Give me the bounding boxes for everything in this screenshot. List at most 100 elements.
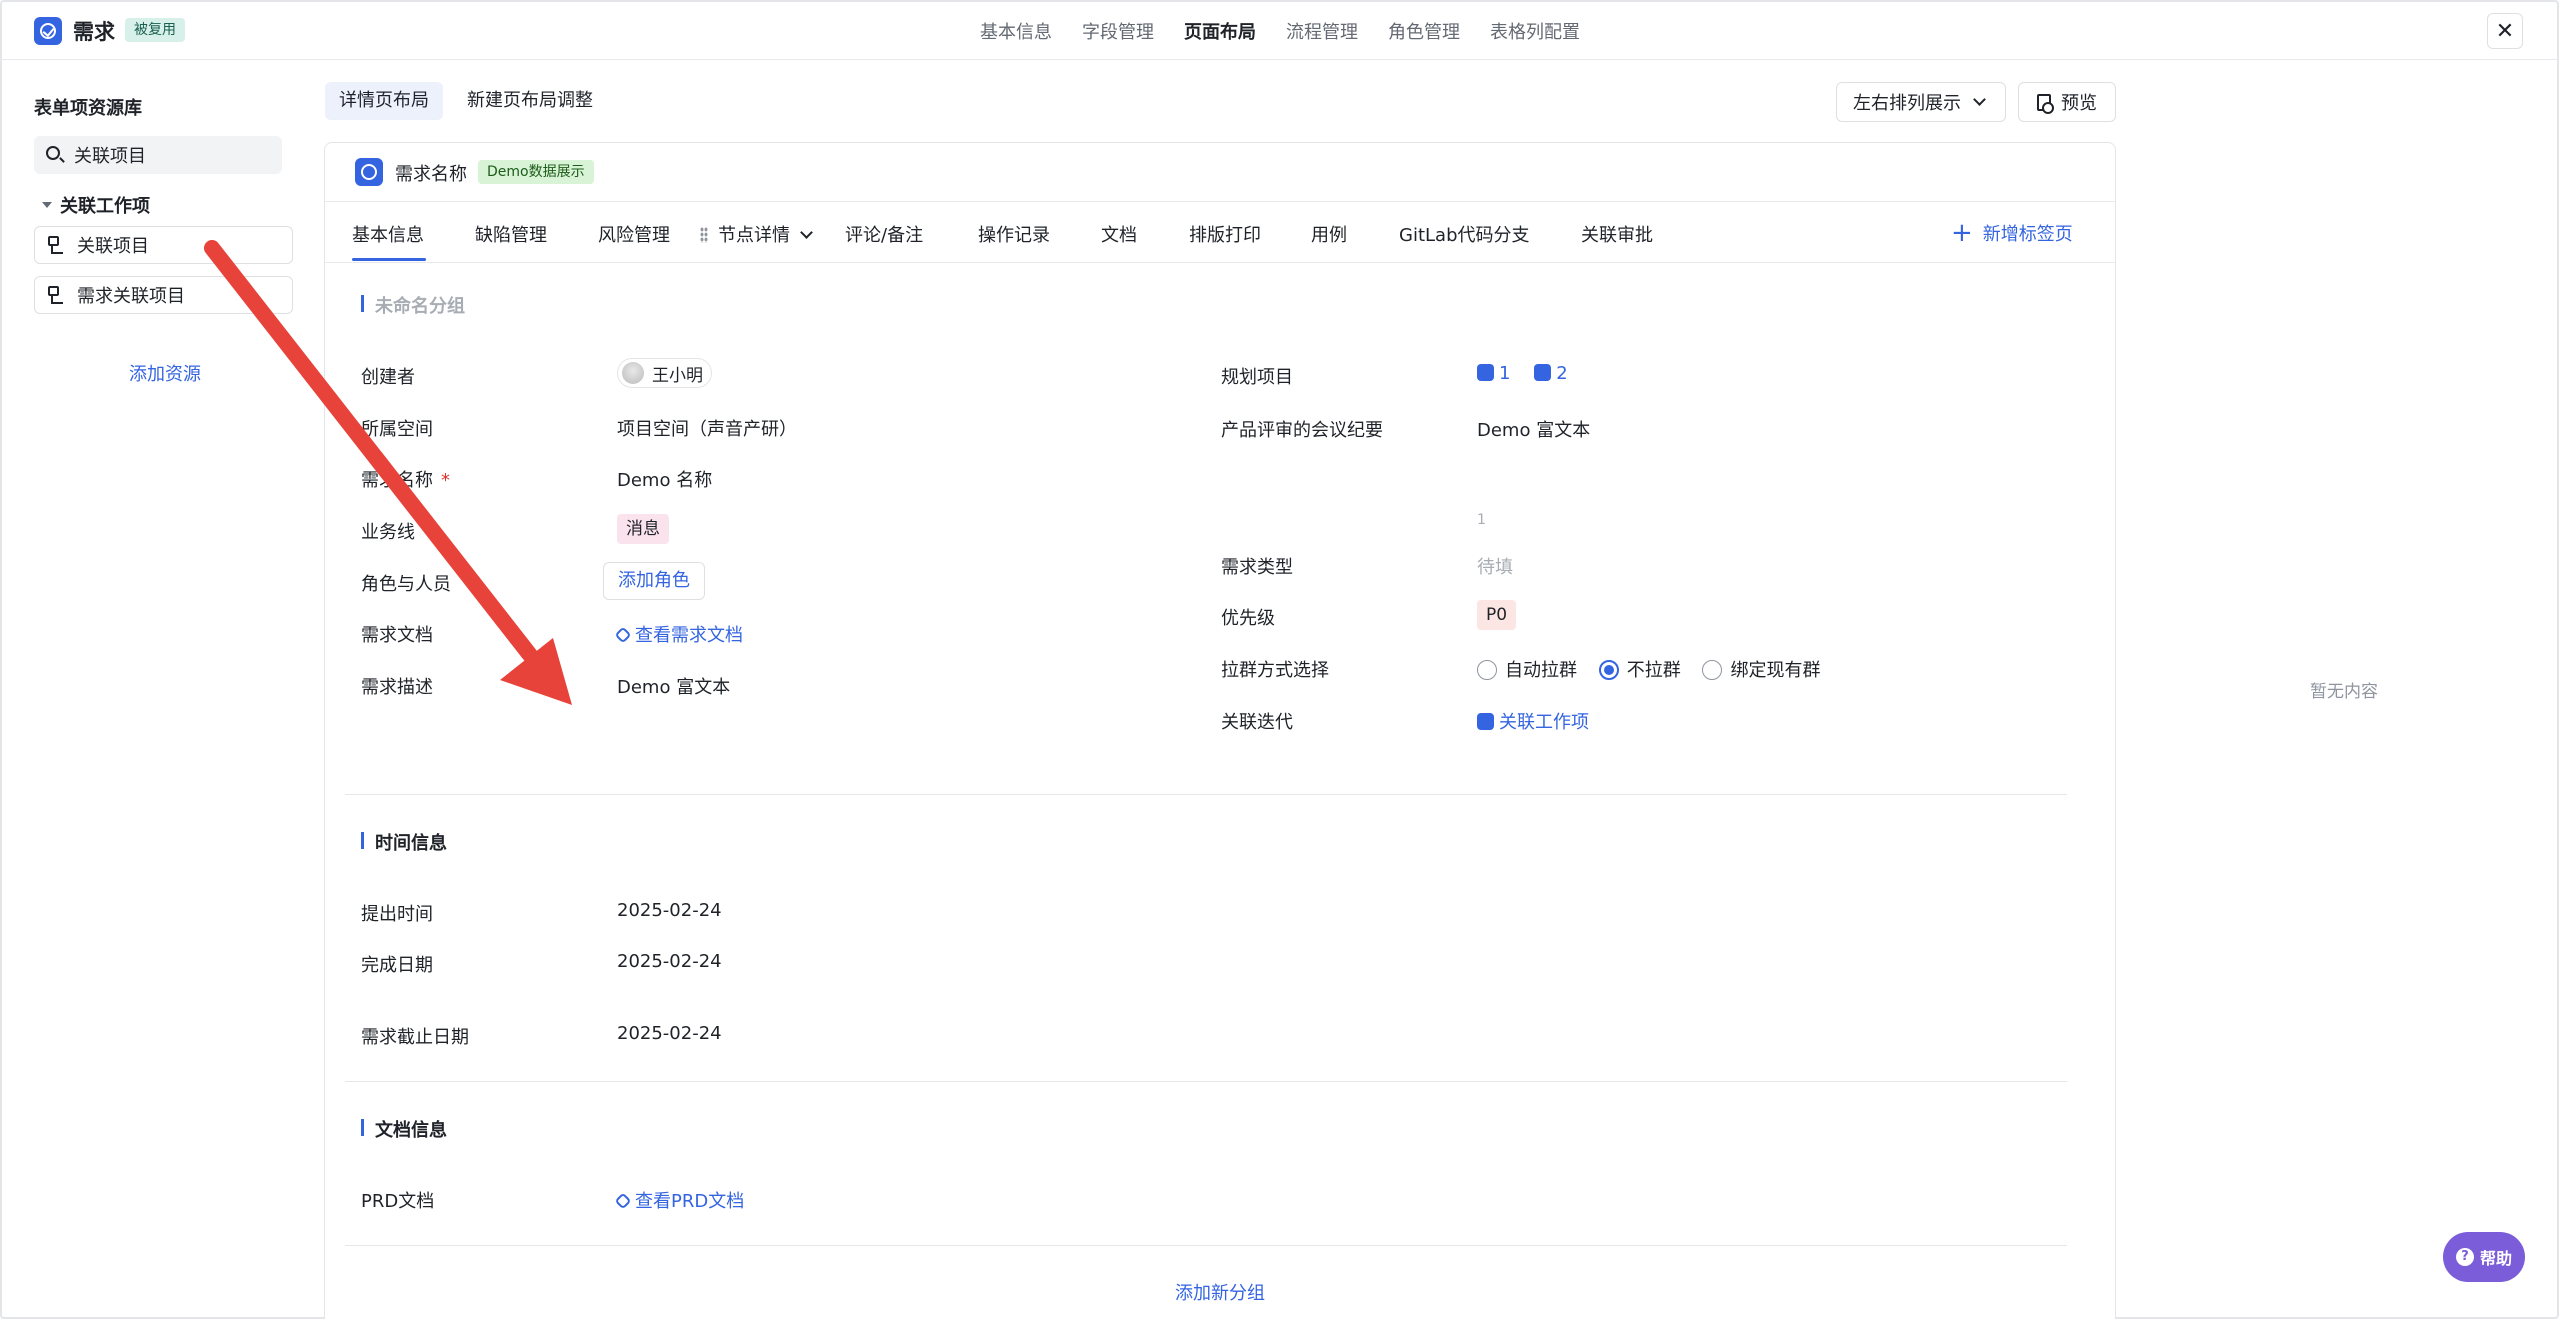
app-check-icon <box>34 17 62 45</box>
add-role-button[interactable]: 添加角色 <box>603 562 705 600</box>
add-tab-button[interactable]: + 新增标签页 <box>1951 220 2073 246</box>
nav-basic-info[interactable]: 基本信息 <box>980 18 1052 44</box>
tab-related-approval[interactable]: 关联审批 <box>1581 221 1653 247</box>
caret-down-icon <box>42 202 52 208</box>
field-label-requirement-type: 需求类型 <box>1221 557 1293 578</box>
field-value-submit-time: 2025-02-24 <box>617 900 722 921</box>
iteration-link-label: 关联工作项 <box>1499 712 1589 733</box>
nav-flow-management[interactable]: 流程管理 <box>1286 18 1358 44</box>
preview-button[interactable]: 预览 <box>2018 82 2116 122</box>
tab-node-details-label: 节点详情 <box>718 225 790 246</box>
field-label-deadline: 需求截止日期 <box>361 1027 469 1048</box>
resource-item-label: 需求关联项目 <box>77 286 185 307</box>
avatar <box>622 362 644 384</box>
field-value-space: 项目空间（声音产研） <box>617 419 797 440</box>
resource-group-header[interactable]: 关联工作项 <box>42 192 150 218</box>
project-square-icon <box>1477 364 1494 381</box>
field-label-space: 所属空间 <box>361 419 433 440</box>
radio-no-group-label: 不拉群 <box>1626 660 1681 681</box>
field-label-priority: 优先级 <box>1221 608 1275 629</box>
user-chip[interactable]: 王小明 <box>617 358 712 388</box>
layout-tabs: 详情页布局 新建页布局调整 <box>325 82 607 120</box>
project-square-icon <box>1534 364 1552 381</box>
tab-operation-log[interactable]: 操作记录 <box>978 221 1050 247</box>
radio-bind-existing-label: 绑定现有群 <box>1730 660 1821 681</box>
planned-project-2[interactable]: 2 <box>1534 363 1568 384</box>
field-label-group-method: 拉群方式选择 <box>1221 660 1329 681</box>
preview-label: 预览 <box>2061 93 2097 114</box>
tab-new-layout[interactable]: 新建页布局调整 <box>453 82 607 120</box>
close-button[interactable]: ✕ <box>2487 13 2523 49</box>
resource-search <box>34 136 282 174</box>
business-line-tag: 消息 <box>617 514 669 544</box>
tab-basic-info[interactable]: 基本信息 <box>352 221 424 247</box>
layout-card: 需求名称 Demo数据展示 基本信息 缺陷管理 风险管理 节点详情 评论/备注 … <box>324 142 2116 1319</box>
add-resource-link[interactable]: 添加资源 <box>0 360 330 386</box>
drag-handle-icon[interactable] <box>700 227 708 243</box>
question-icon: ? <box>2455 1248 2474 1266</box>
field-value-roles: 添加角色 <box>603 562 705 600</box>
search-icon <box>46 146 60 160</box>
tab-print-layout[interactable]: 排版打印 <box>1189 221 1261 247</box>
field-label-iteration: 关联迭代 <box>1221 712 1293 733</box>
tab-gitlab-branch[interactable]: GitLab代码分支 <box>1399 221 1530 247</box>
chevron-down-icon <box>1973 93 1986 106</box>
field-value-creator[interactable]: 王小明 <box>617 358 712 389</box>
top-nav: 基本信息 字段管理 页面布局 流程管理 角色管理 表格列配置 <box>980 18 1580 44</box>
radio-auto-group[interactable]: 自动拉群 <box>1477 660 1577 681</box>
empty-state-text: 暂无内容 <box>2310 682 2378 702</box>
field-value-done-date: 2025-02-24 <box>617 951 722 972</box>
resource-item-requirement-related-project[interactable]: 需求关联项目 <box>34 276 293 314</box>
field-label-name-text: 需求名称 <box>361 470 433 491</box>
planned-project-1[interactable]: 1 <box>1477 363 1510 384</box>
resource-panel: 表单项资源库 关联工作项 关联项目 需求关联项目 添加资源 <box>0 60 300 1319</box>
card-title: 需求名称 <box>395 164 467 185</box>
work-item-square-icon <box>1477 713 1494 730</box>
field-label-description: 需求描述 <box>361 677 433 698</box>
nav-field-management[interactable]: 字段管理 <box>1082 18 1154 44</box>
planned-project-1-label: 1 <box>1499 363 1511 384</box>
field-label-done-date: 完成日期 <box>361 955 433 976</box>
field-value-requirement-type[interactable]: 待填 <box>1477 553 1513 579</box>
radio-icon <box>1477 660 1497 680</box>
help-button[interactable]: ? 帮助 <box>2443 1232 2525 1282</box>
demo-badge: Demo数据展示 <box>478 160 594 184</box>
planned-project-2-label: 2 <box>1556 363 1568 384</box>
iteration-link[interactable]: 关联工作项 <box>1477 708 1589 734</box>
tab-use-cases[interactable]: 用例 <box>1311 221 1347 247</box>
group-method-radio-group: 自动拉群 不拉群 绑定现有群 <box>1477 656 1836 682</box>
active-tab-indicator <box>352 258 426 261</box>
radio-bind-existing[interactable]: 绑定现有群 <box>1702 660 1820 681</box>
field-label-roles: 角色与人员 <box>361 574 451 595</box>
priority-tag: P0 <box>1477 600 1517 630</box>
nav-page-layout[interactable]: 页面布局 <box>1184 18 1256 44</box>
tab-node-details[interactable]: 节点详情 <box>700 221 813 247</box>
prd-link[interactable]: 查看PRD文档 <box>614 1187 744 1213</box>
link-icon <box>614 1192 632 1210</box>
tab-documents[interactable]: 文档 <box>1101 221 1137 247</box>
plus-icon: + <box>1951 218 1973 248</box>
field-label-meeting-notes: 产品评审的会议纪要 <box>1221 420 1383 441</box>
field-label-doc: 需求文档 <box>361 625 433 646</box>
close-icon: ✕ <box>2495 18 2515 44</box>
field-value-priority: P0 <box>1477 600 1517 630</box>
tab-defect-management[interactable]: 缺陷管理 <box>475 221 547 247</box>
tab-comments[interactable]: 评论/备注 <box>845 221 923 247</box>
resource-item-related-project[interactable]: 关联项目 <box>34 226 293 264</box>
required-mark: * <box>441 470 450 491</box>
tab-risk-management[interactable]: 风险管理 <box>598 221 670 247</box>
chevron-down-icon <box>800 226 813 239</box>
tab-detail-layout[interactable]: 详情页布局 <box>325 82 443 120</box>
field-value-meeting-notes: Demo 富文本 <box>1477 420 1591 441</box>
doc-link[interactable]: 查看需求文档 <box>614 621 743 647</box>
nav-table-column-config[interactable]: 表格列配置 <box>1490 18 1580 44</box>
field-label-business-line: 业务线 <box>361 522 415 543</box>
section-title-docs: 文档信息 <box>361 1116 447 1142</box>
add-group-link[interactable]: 添加新分组 <box>325 1279 2115 1305</box>
arrangement-select[interactable]: 左右排列展示 <box>1836 82 2006 122</box>
radio-no-group[interactable]: 不拉群 <box>1598 660 1681 681</box>
field-label-creator: 创建者 <box>361 367 415 388</box>
resource-search-input[interactable] <box>74 136 274 174</box>
field-value-planned-project: 1 2 <box>1477 363 1568 384</box>
nav-role-management[interactable]: 角色管理 <box>1388 18 1460 44</box>
